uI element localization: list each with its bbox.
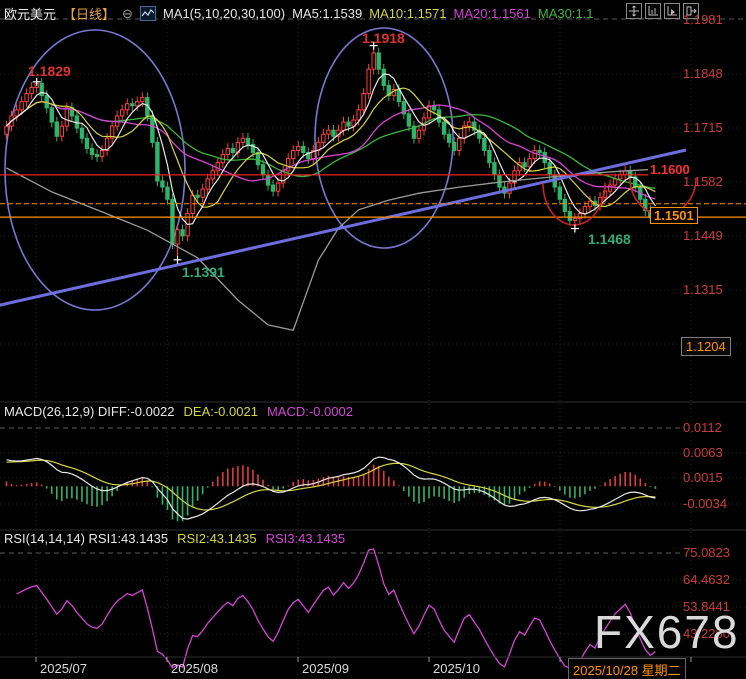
macd-axis-label: 0.0015 [683, 470, 723, 485]
pane-play-button[interactable] [664, 3, 680, 19]
macd-axis-label: 0.0063 [683, 445, 723, 460]
price-axis-label: 1.1981 [683, 12, 723, 27]
rsi-axis-label: 75.0823 [683, 545, 730, 560]
swing-low-label-1: 1.1391 [182, 264, 225, 280]
pane-axes-button[interactable] [645, 3, 661, 19]
chart-canvas[interactable] [0, 0, 746, 679]
ma5-value: MA5:1.1539 [292, 6, 362, 21]
alert-low-price-label[interactable]: 1.1204 [681, 337, 731, 356]
chart-header: 欧元美元 【日线】 ⊖ MA1(5,10,20,30,100) MA5:1.15… [4, 4, 594, 23]
x-axis-label: 2025/07 [40, 661, 87, 676]
swing-low-label-2: 1.1468 [588, 231, 631, 247]
selected-date-label[interactable]: 2025/10/28 星期二 [568, 658, 686, 679]
rsi-axis-label: 64.4632 [683, 572, 730, 587]
macd-panel-header: MACD(26,12,9) DIFF:-0.0022 DEA:-0.0021 M… [4, 404, 353, 419]
macd-title: MACD(26,12,9) DIFF:-0.0022 [4, 404, 175, 419]
x-axis-label: 2025/09 [302, 661, 349, 676]
rsi2-value: RSI2:43.1435 [177, 531, 257, 546]
swing-high-label-2: 1.1918 [362, 30, 405, 46]
move-crosshair-button[interactable] [626, 3, 642, 19]
period-tag[interactable]: 【日线】 [63, 4, 115, 23]
site-watermark: FX678 [594, 605, 740, 659]
macd-axis-label: -0.0034 [683, 496, 727, 511]
rsi3-value: RSI3:43.1435 [266, 531, 346, 546]
price-axis-label: 1.1715 [683, 120, 723, 135]
price-axis-label: 1.1848 [683, 66, 723, 81]
x-axis-label: 2025/08 [171, 661, 218, 676]
price-axis-label: 1.1449 [683, 228, 723, 243]
ma20-value: MA20:1.1561 [454, 6, 531, 21]
rsi-title: RSI(14,14,14) RSI1:43.1435 [4, 531, 168, 546]
ma10-value: MA10:1.1571 [369, 6, 446, 21]
chart-type-icon[interactable] [140, 6, 156, 21]
rsi-panel-header: RSI(14,14,14) RSI1:43.1435 RSI2:43.1435 … [4, 531, 345, 546]
macd-dea-value: DEA:-0.0021 [184, 404, 258, 419]
macd-hist-value: MACD:-0.0002 [267, 404, 353, 419]
current-price-label: 1.1501 [650, 207, 698, 224]
ma-settings-label: MA1(5,10,20,30,100) [163, 6, 285, 21]
forex-chart-window: 欧元美元 【日线】 ⊖ MA1(5,10,20,30,100) MA5:1.15… [0, 0, 746, 679]
macd-axis-label: 0.0112 [683, 420, 722, 435]
ma30-value: MA30:1.1 [538, 6, 594, 21]
symbol-title: 欧元美元 [4, 4, 56, 23]
price-axis-label: 1.1315 [683, 282, 723, 297]
swing-high-label-1: 1.1829 [28, 63, 71, 79]
collapse-icon[interactable]: ⊖ [122, 6, 133, 22]
resistance-level-label[interactable]: 1.1600 [648, 162, 692, 177]
x-axis-label: 2025/10 [433, 661, 480, 676]
